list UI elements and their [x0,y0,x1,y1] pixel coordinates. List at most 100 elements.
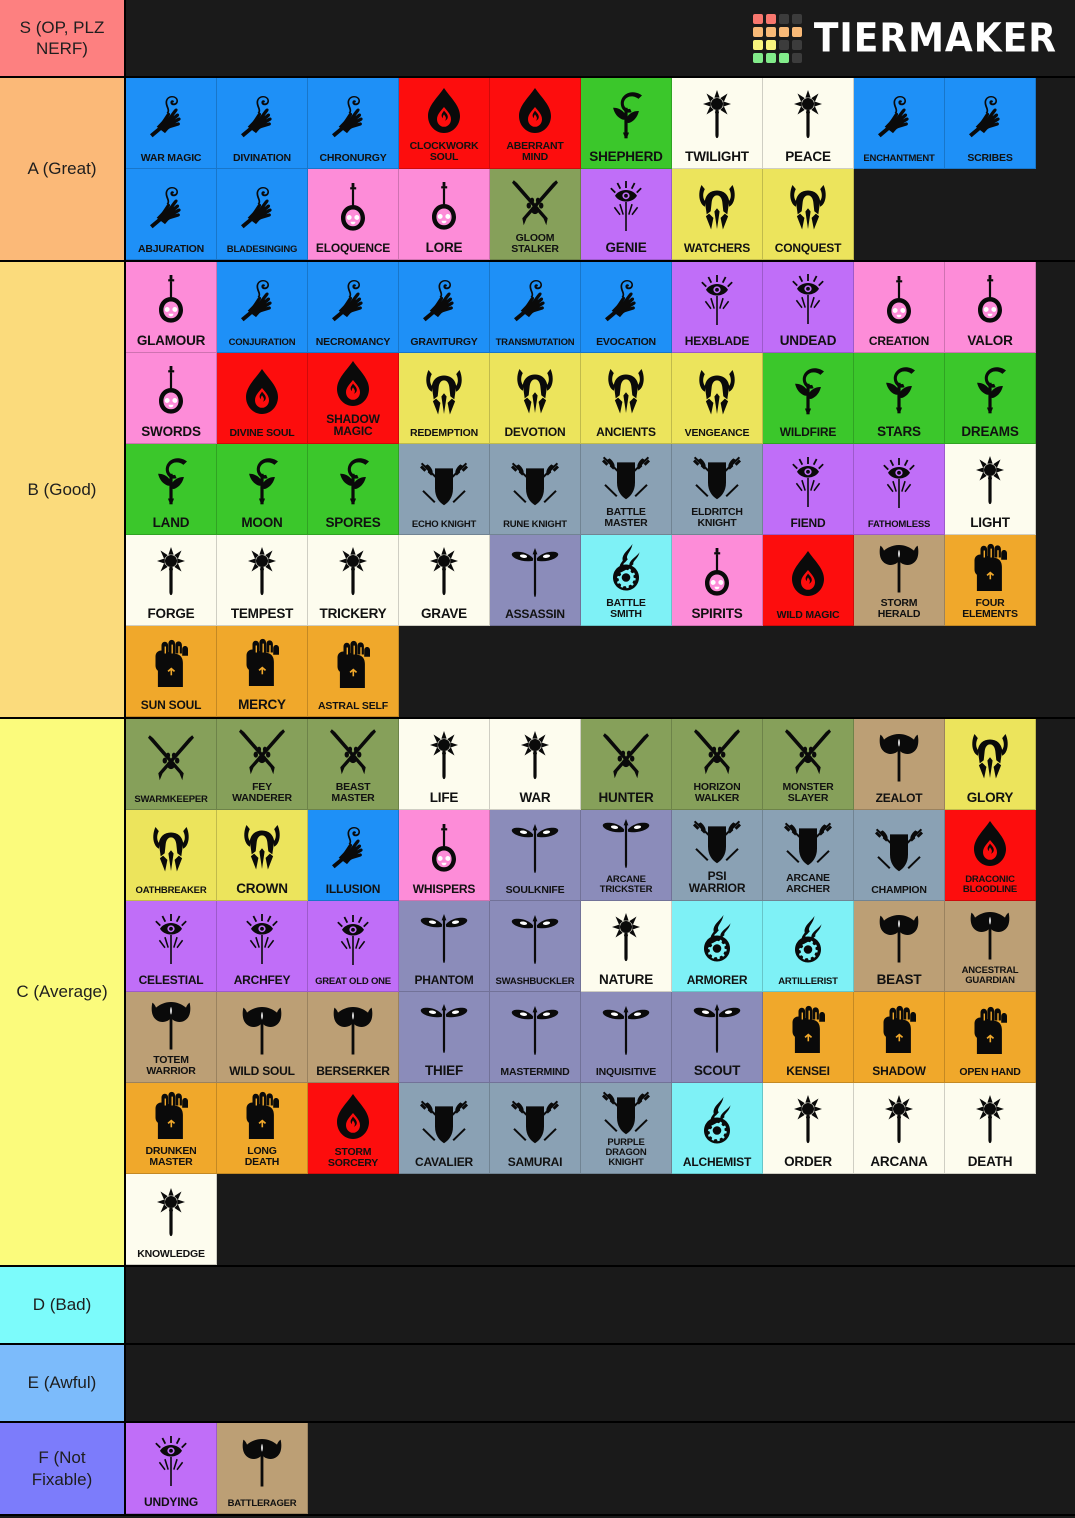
tier-item[interactable]: MOON [217,444,308,535]
tier-item[interactable]: SCRIBES [945,78,1036,169]
tier-item[interactable]: GLOOM STALKER [490,169,581,260]
tier-item[interactable]: NATURE [581,901,672,992]
tier-item[interactable]: BLADESINGING [217,169,308,260]
tier-item[interactable]: ELDRITCH KNIGHT [672,444,763,535]
tier-item[interactable]: ARCANA [854,1083,945,1174]
tier-item[interactable]: KENSEI [763,992,854,1083]
tier-item[interactable]: ELOQUENCE [308,169,399,260]
tier-item[interactable]: WHISPERS [399,810,490,901]
tier-item[interactable]: DIVINE SOUL [217,353,308,444]
tier-item[interactable]: KNOWLEDGE [126,1174,217,1265]
tier-item[interactable]: ORDER [763,1083,854,1174]
tier-item[interactable]: ASTRAL SELF [308,626,399,717]
tier-item[interactable]: REDEMPTION [399,353,490,444]
tier-label-a[interactable]: A (Great) [0,78,126,260]
tier-item[interactable]: LIGHT [945,444,1036,535]
tier-item[interactable]: GREAT OLD ONE [308,901,399,992]
tier-item[interactable]: SCOUT [672,992,763,1083]
tier-item[interactable]: STORM SORCERY [308,1083,399,1174]
tier-item[interactable]: SWARMKEEPER [126,719,217,810]
tier-item[interactable]: GENIE [581,169,672,260]
tier-item[interactable]: SHADOW [854,992,945,1083]
tier-item[interactable]: ABJURATION [126,169,217,260]
tier-item[interactable]: FATHOMLESS [854,444,945,535]
tier-item[interactable]: DEVOTION [490,353,581,444]
tier-item[interactable]: STORM HERALD [854,535,945,626]
tier-item[interactable]: ILLUSION [308,810,399,901]
tier-item[interactable]: CROWN [217,810,308,901]
tier-item[interactable]: FIEND [763,444,854,535]
tier-item[interactable]: VALOR [945,262,1036,353]
tier-item[interactable]: STARS [854,353,945,444]
tier-item[interactable]: WILD SOUL [217,992,308,1083]
tier-item[interactable]: MERCY [217,626,308,717]
tier-item[interactable]: UNDYING [126,1423,217,1514]
tier-item[interactable]: GLORY [945,719,1036,810]
tier-item[interactable]: ASSASSIN [490,535,581,626]
tier-item[interactable]: PSI WARRIOR [672,810,763,901]
tier-item[interactable]: SHEPHERD [581,78,672,169]
tier-item[interactable]: ARTILLERIST [763,901,854,992]
tier-item[interactable]: SPORES [308,444,399,535]
tier-label-b[interactable]: B (Good) [0,262,126,717]
tier-item[interactable]: SWASHBUCKLER [490,901,581,992]
tier-item[interactable]: VENGEANCE [672,353,763,444]
tier-item[interactable]: SOULKNIFE [490,810,581,901]
tier-item[interactable]: LONG DEATH [217,1083,308,1174]
tier-item[interactable]: OATHBREAKER [126,810,217,901]
tier-item[interactable]: WATCHERS [672,169,763,260]
tier-item[interactable]: BATTLE MASTER [581,444,672,535]
tier-item[interactable]: EVOCATION [581,262,672,353]
tier-item[interactable]: PEACE [763,78,854,169]
tier-item[interactable]: SAMURAI [490,1083,581,1174]
tier-item[interactable]: LORE [399,169,490,260]
tier-item[interactable]: ZEALOT [854,719,945,810]
tier-item[interactable]: TWILIGHT [672,78,763,169]
tier-item[interactable]: DRUNKEN MASTER [126,1083,217,1174]
tier-item[interactable]: CELESTIAL [126,901,217,992]
tier-item[interactable]: WILD MAGIC [763,535,854,626]
tier-item[interactable]: TRANSMUTATION [490,262,581,353]
tier-item[interactable]: ANCIENTS [581,353,672,444]
tier-item[interactable]: GLAMOUR [126,262,217,353]
tier-item[interactable]: BEAST MASTER [308,719,399,810]
tier-item[interactable]: WILDFIRE [763,353,854,444]
tier-item[interactable]: DREAMS [945,353,1036,444]
tier-item[interactable]: SWORDS [126,353,217,444]
tier-item[interactable]: DRACONIC BLOODLINE [945,810,1036,901]
tier-item[interactable]: ABERRANT MIND [490,78,581,169]
tier-item[interactable]: HORIZON WALKER [672,719,763,810]
tier-item[interactable]: DEATH [945,1083,1036,1174]
tier-item[interactable]: GRAVE [399,535,490,626]
tier-item[interactable]: TOTEM WARRIOR [126,992,217,1083]
tier-item[interactable]: CREATION [854,262,945,353]
tier-item[interactable]: CONQUEST [763,169,854,260]
tier-item[interactable]: MASTERMIND [490,992,581,1083]
tier-label-d[interactable]: D (Bad) [0,1267,126,1343]
tier-item[interactable]: GRAVITURGY [399,262,490,353]
tier-item[interactable]: ARCHFEY [217,901,308,992]
tier-item[interactable]: RUNE KNIGHT [490,444,581,535]
tier-item[interactable]: CLOCKWORK SOUL [399,78,490,169]
tier-item[interactable]: ARCANE TRICKSTER [581,810,672,901]
tier-item[interactable]: CHRONURGY [308,78,399,169]
tier-item[interactable]: HUNTER [581,719,672,810]
tier-item[interactable]: TRICKERY [308,535,399,626]
tier-item[interactable]: PURPLE DRAGON KNIGHT [581,1083,672,1174]
tier-item[interactable]: SUN SOUL [126,626,217,717]
tier-item[interactable]: FORGE [126,535,217,626]
tier-item[interactable]: THIEF [399,992,490,1083]
tier-item[interactable]: CONJURATION [217,262,308,353]
tier-item[interactable]: SPIRITS [672,535,763,626]
tier-item[interactable]: MONSTER SLAYER [763,719,854,810]
tier-item[interactable]: WAR [490,719,581,810]
tier-item[interactable]: BERSERKER [308,992,399,1083]
tier-item[interactable]: WAR MAGIC [126,78,217,169]
tier-item[interactable]: NECROMANCY [308,262,399,353]
tier-item[interactable]: FEY WANDERER [217,719,308,810]
tier-item[interactable]: BEAST [854,901,945,992]
tier-item[interactable]: SHADOW MAGIC [308,353,399,444]
tier-label-e[interactable]: E (Awful) [0,1345,126,1421]
tier-label-s[interactable]: S (OP, PLZ NERF) [0,0,126,76]
tier-item[interactable]: ARMORER [672,901,763,992]
